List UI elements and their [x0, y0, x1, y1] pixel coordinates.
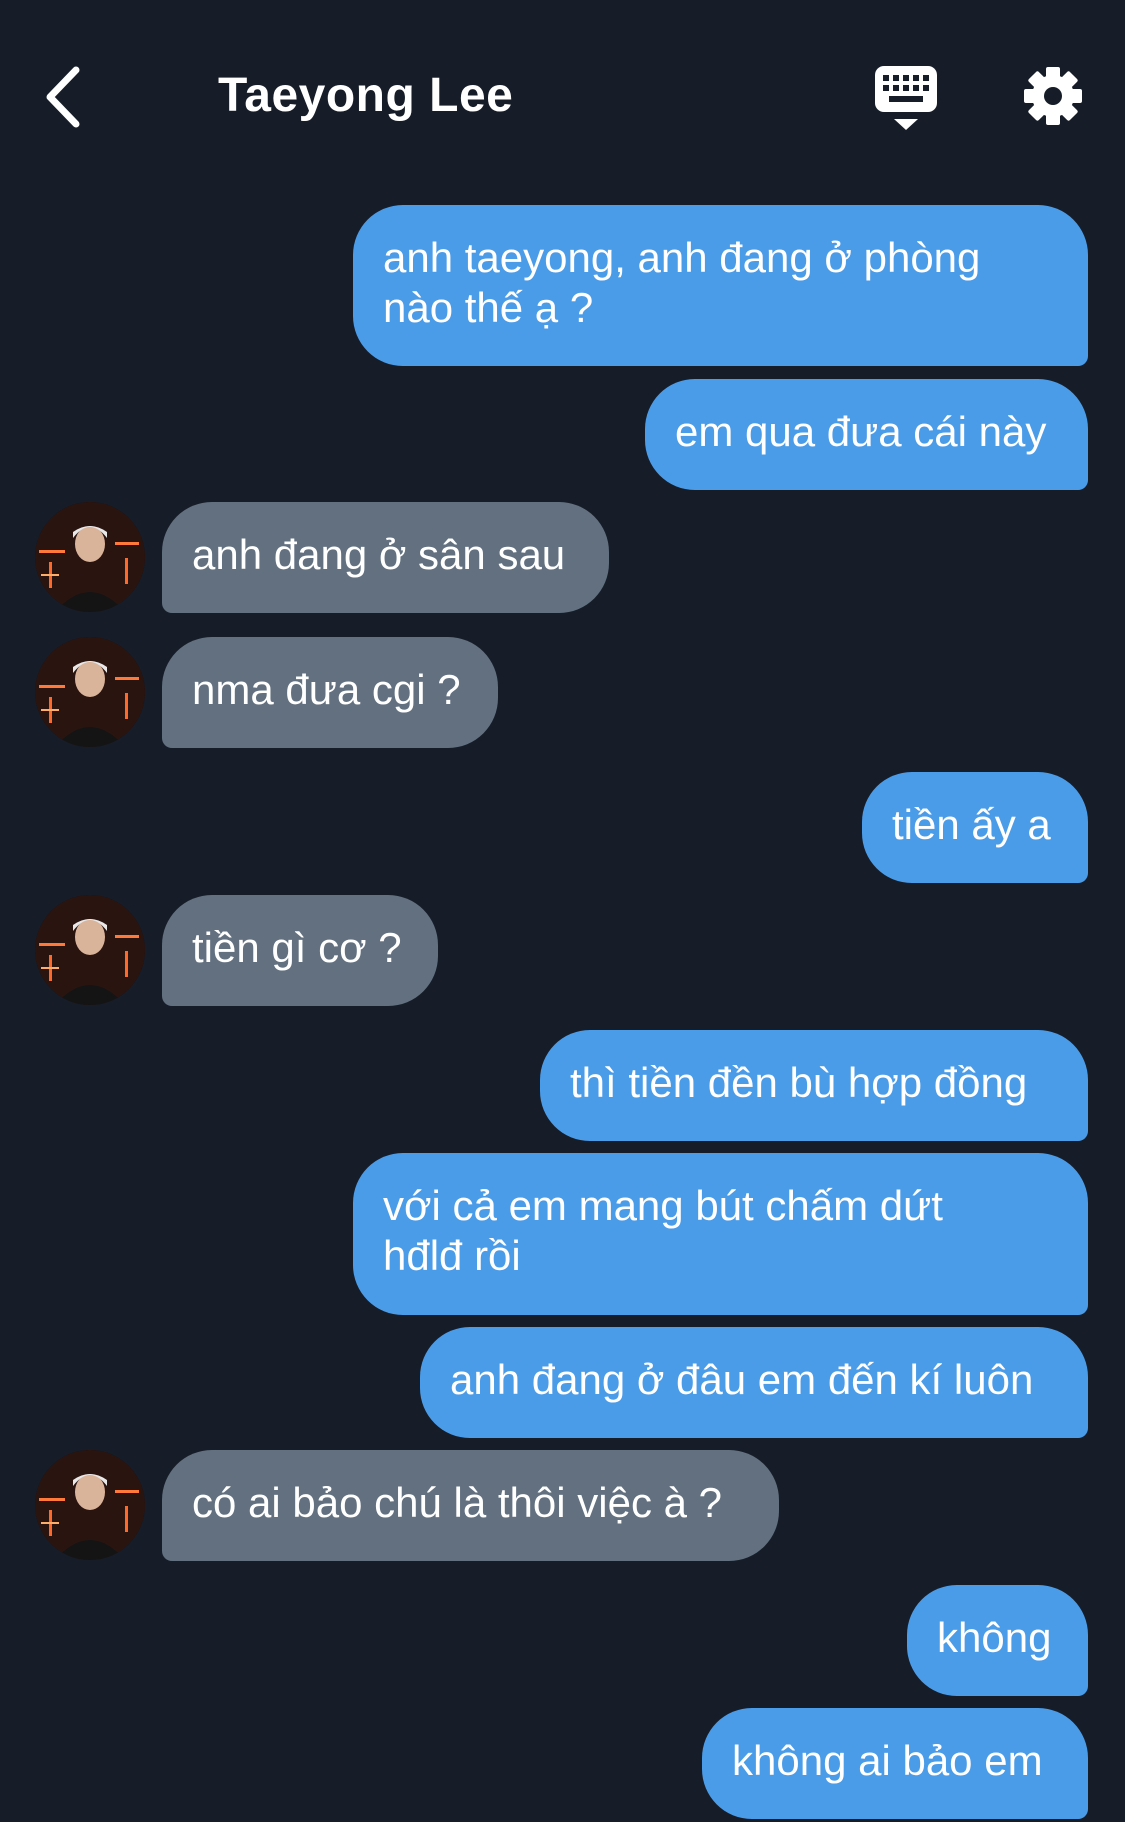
avatar-image [35, 1450, 145, 1560]
avatar-image [35, 502, 145, 612]
outgoing-message[interactable]: anh đang ở đâu em đến kí luôn [420, 1327, 1088, 1438]
avatar[interactable] [35, 502, 145, 612]
outgoing-message[interactable]: với cả em mang bút chấm dứt hđlđ rồi [353, 1153, 1088, 1315]
chat-screen: Taeyong Lee anh taeyong, anh đang ở phòn… [0, 0, 1125, 1822]
outgoing-message[interactable]: em qua đưa cái này [645, 379, 1088, 490]
avatar[interactable] [35, 895, 145, 1005]
incoming-message[interactable]: nma đưa cgi ? [162, 637, 498, 748]
avatar[interactable] [35, 1450, 145, 1560]
message-list[interactable]: anh taeyong, anh đang ở phòng nào thế ạ … [0, 0, 1125, 1822]
outgoing-message[interactable]: anh taeyong, anh đang ở phòng nào thế ạ … [353, 205, 1088, 366]
incoming-message[interactable]: anh đang ở sân sau [162, 502, 609, 613]
avatar[interactable] [35, 637, 145, 747]
outgoing-message[interactable]: không [907, 1585, 1088, 1696]
outgoing-message[interactable]: không ai bảo em [702, 1708, 1088, 1819]
avatar-image [35, 895, 145, 1005]
outgoing-message[interactable]: tiền ấy a [862, 772, 1088, 883]
outgoing-message[interactable]: thì tiền đền bù hợp đồng [540, 1030, 1088, 1141]
avatar-image [35, 637, 145, 747]
incoming-message[interactable]: tiền gì cơ ? [162, 895, 438, 1006]
incoming-message[interactable]: có ai bảo chú là thôi việc à ? [162, 1450, 779, 1561]
